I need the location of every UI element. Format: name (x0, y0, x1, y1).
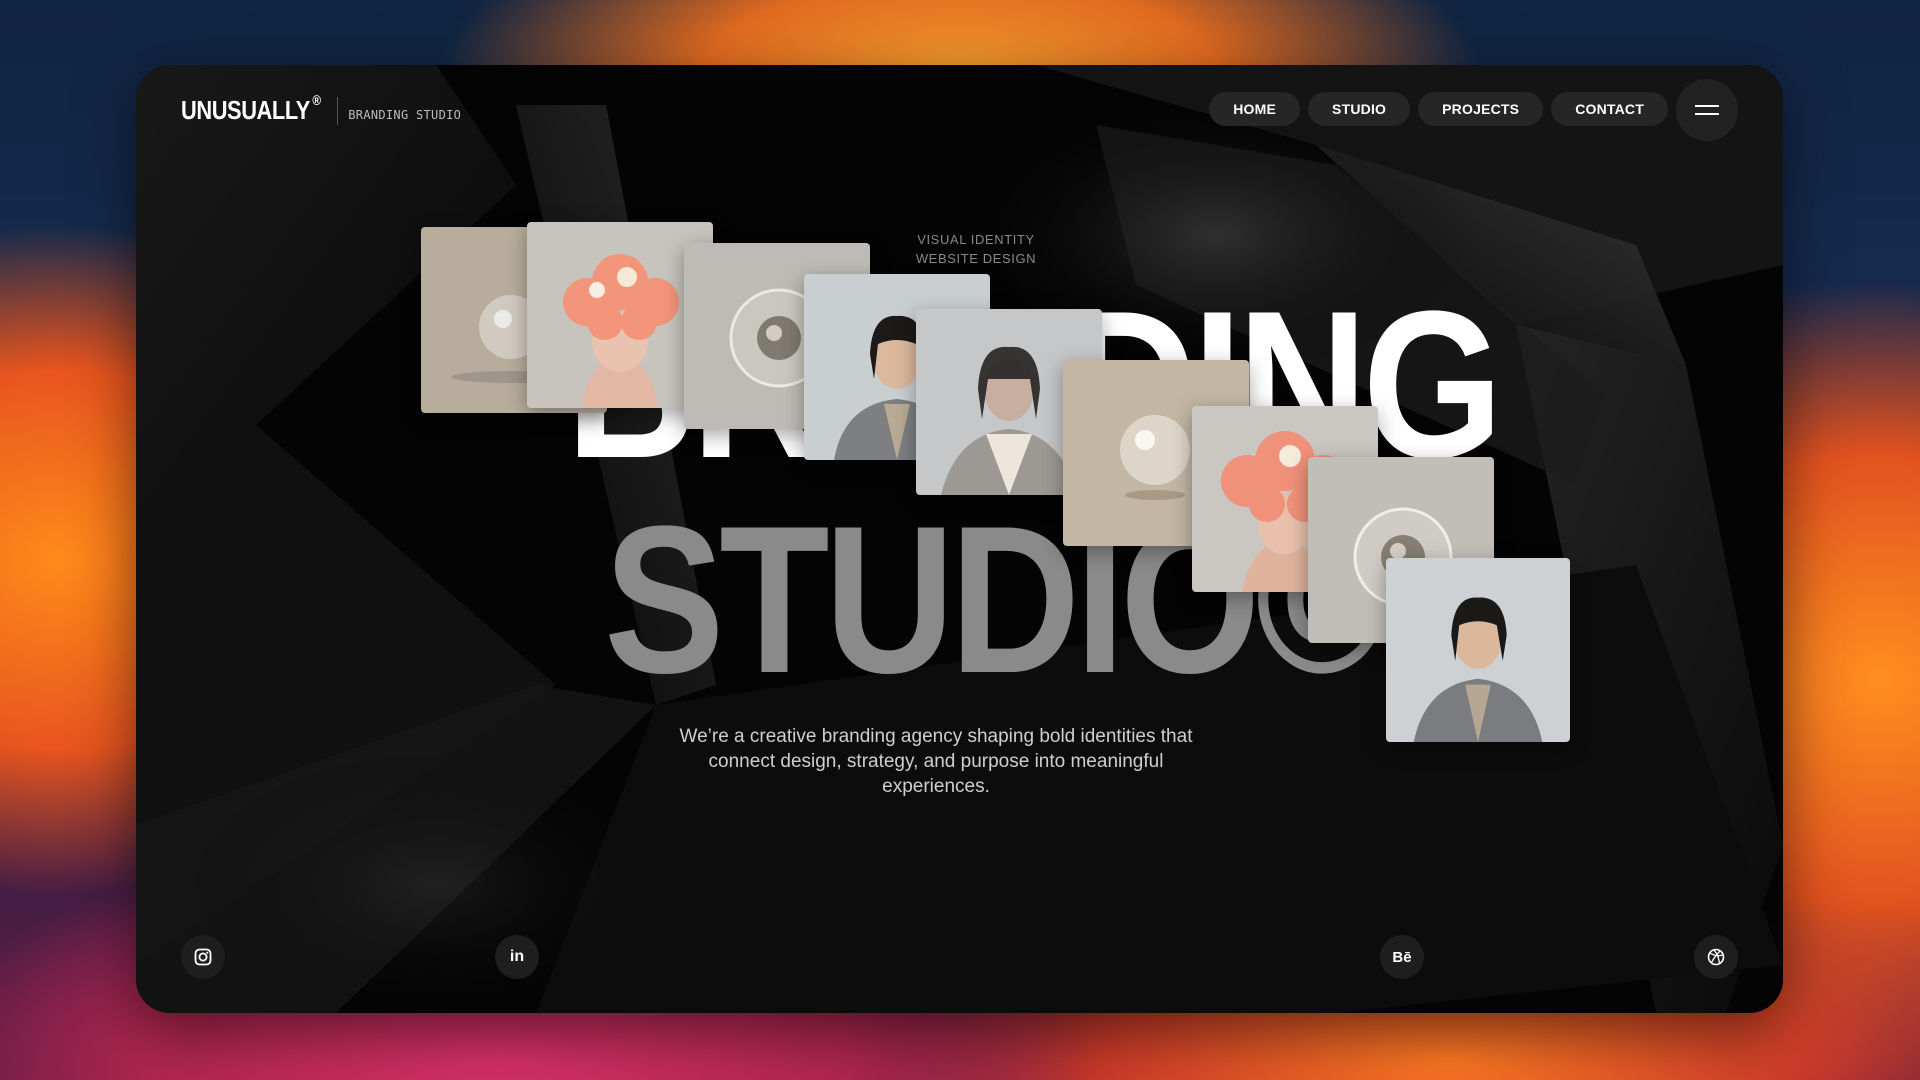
linkedin-button[interactable]: in (495, 935, 539, 979)
dribbble-button[interactable] (1694, 935, 1738, 979)
nav-home[interactable]: HOME (1209, 92, 1301, 126)
service-tags: VISUAL IDENTITY WEBSITE DESIGN (896, 230, 1056, 268)
hero-tagline: We’re a creative branding agency shaping… (679, 726, 1193, 797)
behance-icon: Bē (1392, 948, 1412, 966)
nav-projects[interactable]: PROJECTS (1418, 92, 1544, 126)
nav-contact[interactable]: CONTACT (1551, 92, 1668, 126)
instagram-button[interactable] (181, 935, 225, 979)
hamburger-icon (1695, 105, 1719, 115)
linkedin-icon: in (509, 948, 525, 965)
instagram-icon (194, 948, 212, 966)
behance-button[interactable]: Bē (1380, 935, 1424, 979)
main-nav: HOME STUDIO PROJECTS CONTACT (1209, 92, 1668, 126)
app-window: UNUSUALLY ® BRANDING STUDIO HOME STUDIO P… (136, 65, 1783, 1013)
menu-button[interactable] (1676, 79, 1738, 141)
tag-visual-identity: VISUAL IDENTITY (917, 232, 1035, 247)
brand-logo[interactable]: UNUSUALLY ® (181, 92, 321, 126)
brand-subtitle: BRANDING STUDIO (348, 107, 462, 122)
dribbble-icon (1707, 948, 1725, 966)
project-card-portrait-man-2[interactable] (1386, 558, 1570, 742)
nav-studio[interactable]: STUDIO (1308, 92, 1411, 126)
brand[interactable]: UNUSUALLY ® BRANDING STUDIO (181, 92, 462, 126)
brand-divider (337, 96, 339, 125)
tag-website-design: WEBSITE DESIGN (915, 251, 1037, 266)
